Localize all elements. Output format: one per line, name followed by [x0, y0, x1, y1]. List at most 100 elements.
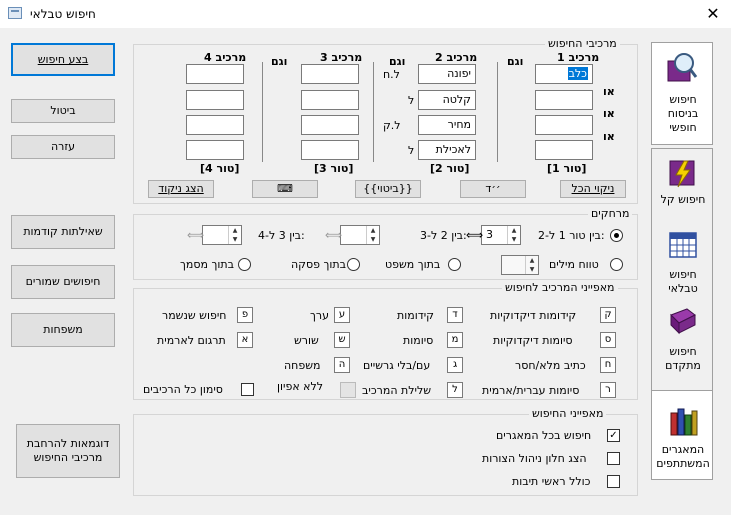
col3-input-2[interactable] [301, 90, 359, 110]
feature-label-13: שלילת המרכיב [362, 384, 431, 397]
in-document-radio[interactable] [238, 258, 251, 271]
col3-input-1[interactable] [301, 64, 359, 84]
spinner-arrows-icon[interactable]: ▲ ▼ [228, 226, 241, 244]
feature-key-10[interactable]: ג [447, 357, 463, 373]
keyboard-button[interactable]: ⌨ [252, 180, 318, 198]
all-repositories-checkbox[interactable]: ✓ [607, 429, 620, 442]
between-2-3-spinner[interactable]: ▲ ▼ [340, 225, 380, 245]
col3-footer: [טור 3] [314, 162, 354, 175]
col4-input-3[interactable] [186, 115, 244, 135]
families-label: משפחות [43, 323, 83, 337]
help-button[interactable]: עזרה [11, 135, 115, 159]
word-range-radio[interactable] [610, 258, 623, 271]
in-paragraph-label: בתוך פסקה [291, 258, 346, 271]
tab-advanced-label: חיפוש מתקדם [665, 345, 701, 372]
feature-key-1[interactable]: ק [600, 307, 616, 323]
col2-header: מרכיב 2 [435, 51, 478, 64]
feature-key-5[interactable]: ס [600, 332, 616, 348]
tab-easy-search[interactable]: חיפוש קל [655, 155, 711, 225]
word-range-spinner[interactable]: ▲ ▼ [501, 255, 539, 275]
col-divider-2 [373, 62, 374, 162]
in-sentence-radio[interactable] [448, 258, 461, 271]
col3-input-3[interactable] [301, 115, 359, 135]
families-button[interactable]: משפחות [11, 313, 115, 347]
and-label-1: וגם [507, 55, 524, 68]
search-features-legend: מאפייני החיפוש [529, 407, 607, 420]
previous-queries-button[interactable]: שאילתות קודמות [11, 215, 115, 249]
double-arrow-icon: ⟺ [187, 228, 205, 242]
col2-input-4[interactable]: לאכילת [418, 140, 476, 160]
col1-input-2[interactable] [535, 90, 593, 110]
col4-header: מרכיב 4 [204, 51, 247, 64]
tab-advanced-search[interactable]: חיפוש מתקדם [655, 305, 711, 375]
book-icon [670, 308, 696, 335]
feature-label-6: סיומות [403, 334, 434, 347]
mark-all-checkbox[interactable] [241, 383, 254, 396]
between-1-2-radio[interactable] [610, 229, 623, 242]
between-3-4-spinner[interactable]: ▲ ▼ [202, 225, 242, 245]
col1-input-3[interactable] [535, 115, 593, 135]
feature-label-10: עם/בלי גרשיים [363, 359, 431, 372]
feature-key-2[interactable]: ד [447, 307, 463, 323]
clear-all-button[interactable]: ניקוי הכל [560, 180, 626, 198]
tab-repositories-label: המאגרים המשתתפים [656, 443, 710, 470]
spinner-arrows-icon[interactable]: ▲ ▼ [366, 226, 379, 244]
show-niqqud-button[interactable]: הצג ניקוד [148, 180, 214, 198]
cancel-button[interactable]: ביטול [11, 99, 115, 123]
close-icon[interactable]: ✕ [701, 3, 725, 25]
examples-label: דוגמאות להרחבת מרכיבי החיפוש [26, 437, 110, 464]
col-divider-1 [497, 62, 498, 162]
tab-repositories[interactable]: המאגרים המשתתפים [651, 390, 713, 480]
or-label-3: או [603, 130, 615, 143]
word-range-value [502, 256, 506, 274]
components-legend: מרכיבי החיפוש [545, 37, 620, 50]
col2-input-2[interactable]: קלטה [418, 90, 476, 110]
feature-key-12[interactable]: ר [600, 382, 616, 398]
spinner-arrows-icon[interactable]: ▲ ▼ [525, 256, 538, 274]
in-paragraph-radio[interactable] [347, 258, 360, 271]
col1-input-1-text: כלב [567, 67, 588, 80]
col2-input-1[interactable]: יפונה [418, 64, 476, 84]
col1-input-1[interactable]: כלב [535, 64, 593, 84]
special-chars-button[interactable]: ׳׳ד [460, 180, 526, 198]
saved-searches-button[interactable]: חיפושים שמורים [11, 265, 115, 299]
feature-key-9[interactable]: ח [600, 357, 616, 373]
search-window: חיפוש טבלאי ✕ בצע חיפוש ביטול עזרה שאילת… [0, 0, 731, 515]
cancel-button-label: ביטול [50, 104, 76, 118]
features-legend: מאפייני המרכיב לחיפוש [502, 281, 618, 294]
feature-label-9: כתיב מלא/חסר [515, 359, 586, 372]
magnifier-book-icon [667, 53, 698, 82]
keyboard-icon: ⌨ [277, 182, 293, 196]
feature-key-4[interactable]: פ [237, 307, 253, 323]
include-abbrev-checkbox[interactable] [607, 475, 620, 488]
col4-input-2[interactable] [186, 90, 244, 110]
col3-input-4[interactable] [301, 140, 359, 160]
search-button[interactable]: בצע חיפוש [11, 43, 115, 76]
feature-label-14: ללא אפיון [277, 380, 324, 393]
col1-input-4[interactable] [535, 140, 593, 160]
feature-label-8: תרגום לארמית [157, 334, 226, 347]
col4-input-1[interactable] [186, 64, 244, 84]
col2-input-3[interactable]: מחיר [418, 115, 476, 135]
window-icon [8, 7, 22, 19]
tab-table-search[interactable]: חיפוש טבלאי [655, 230, 711, 300]
feature-key-8[interactable]: א [237, 332, 253, 348]
feature-key-11[interactable]: ה [334, 357, 350, 373]
tab-basic-search[interactable]: חיפוש בניסוח חופשי [651, 42, 713, 145]
search-button-label: בצע חיפוש [37, 52, 89, 66]
feature-key-7[interactable]: ש [334, 332, 350, 348]
col2-marker-1: ל.ח [383, 68, 400, 81]
show-window-checkbox[interactable] [607, 452, 620, 465]
expression-button[interactable]: {{ביטוי}} [355, 180, 421, 198]
col4-input-4[interactable] [186, 140, 244, 160]
spinner-arrows-icon[interactable]: ▲ ▼ [507, 226, 520, 244]
or-label-1: או [603, 85, 615, 98]
between-1-2-spinner[interactable]: 3 ▲ ▼ [481, 225, 521, 245]
feature-key-3[interactable]: ע [334, 307, 350, 323]
feature-key-6[interactable]: מ [447, 332, 463, 348]
show-niqqud-label: הצג ניקוד [158, 182, 204, 196]
feature-key-14[interactable] [340, 382, 356, 398]
col2-marker-2: ל [408, 94, 415, 107]
examples-button[interactable]: דוגמאות להרחבת מרכיבי החיפוש [16, 424, 120, 478]
feature-key-13[interactable]: ל [447, 382, 463, 398]
